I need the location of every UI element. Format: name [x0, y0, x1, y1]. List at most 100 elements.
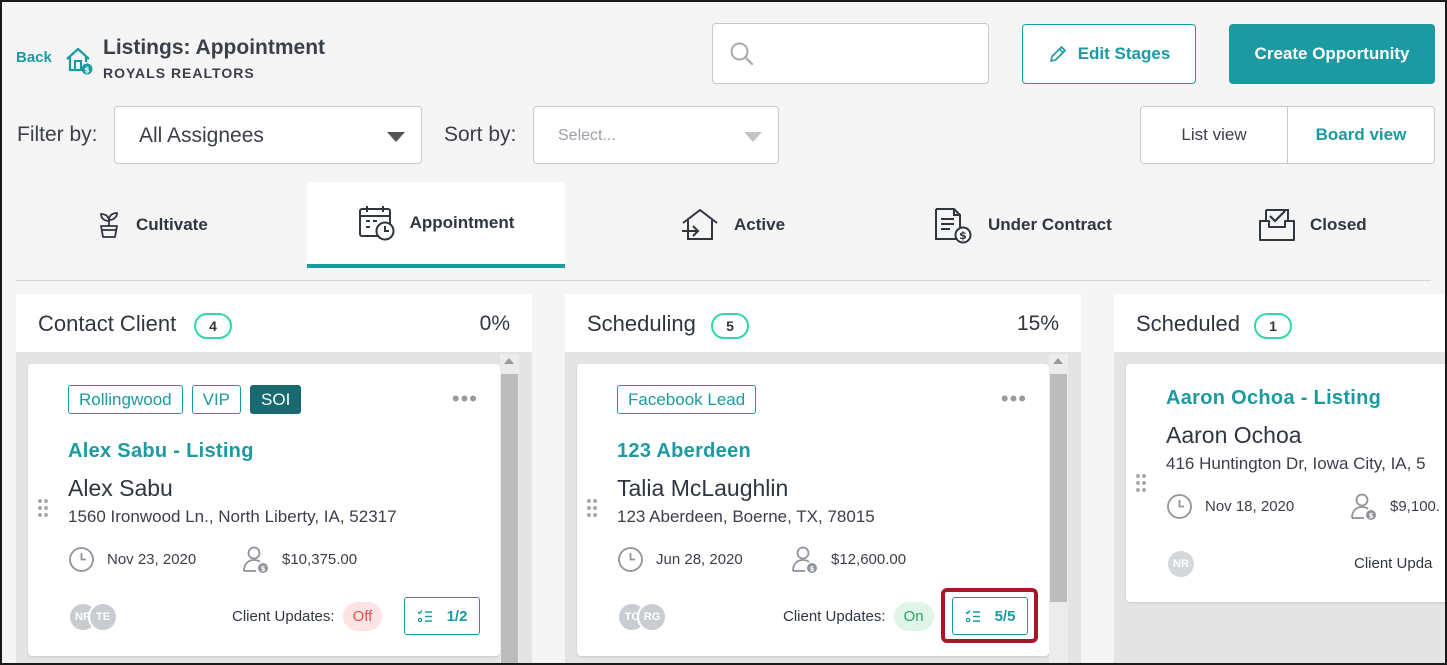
tab-closed-label: Closed — [1310, 215, 1367, 234]
client-updates: Client Updates: Off — [232, 602, 383, 631]
tag: Facebook Lead — [617, 385, 757, 414]
scroll-up-icon[interactable] — [1053, 358, 1063, 364]
task-progress-button[interactable]: 1/2 — [404, 597, 480, 635]
tag: Rollingwood — [68, 385, 183, 414]
tab-appointment[interactable]: Appointment — [307, 182, 565, 268]
edit-stages-button[interactable]: Edit Stages — [1022, 24, 1196, 84]
home-dollar-icon: $ — [66, 47, 93, 75]
scrollbar-thumb[interactable] — [1050, 374, 1067, 602]
contact-address: 1560 Ironwood Ln., North Liberty, IA, 52… — [68, 507, 397, 526]
client-updates-label: Client Upda — [1354, 555, 1433, 572]
column-percent: 15% — [1016, 312, 1059, 335]
count-badge: 1 — [1254, 313, 1292, 339]
page-subtitle: ROYALS REALTORS — [103, 65, 255, 81]
card-date: Nov 23, 2020 — [107, 551, 197, 568]
list-view-button[interactable]: List view — [1141, 107, 1288, 163]
tab-under-contract-label: Under Contract — [988, 215, 1112, 234]
card-date: Nov 18, 2020 — [1205, 498, 1295, 515]
svg-text:$: $ — [84, 66, 90, 75]
contact-address: 416 Huntington Dr, Iowa City, IA, 5 — [1166, 454, 1426, 473]
column-header: Scheduled 1 — [1114, 294, 1445, 352]
amount-meta: $ $12,600.00 — [791, 545, 906, 574]
page-title: Listings: Appointment — [103, 36, 326, 59]
contact-name: Alex Sabu — [68, 475, 173, 501]
avatar: NR — [1166, 549, 1196, 579]
clock-icon — [1167, 494, 1192, 519]
avatar: TE — [88, 602, 118, 632]
column-scrollbar[interactable] — [500, 354, 519, 663]
person-dollar-icon: $ — [792, 546, 817, 573]
stage-column: Scheduling 5 15% Facebook Lead ••• 123 A… — [565, 294, 1081, 663]
client-updates-toggle[interactable]: On — [893, 602, 934, 631]
create-opportunity-button[interactable]: Create Opportunity — [1229, 24, 1435, 84]
tab-closed[interactable]: Closed — [1258, 182, 1378, 268]
sort-select[interactable]: Select... — [533, 106, 779, 164]
stage-column: Scheduled 1 Aaron Ochoa - Listing Aaron … — [1114, 294, 1445, 663]
client-updates-toggle[interactable]: Off — [342, 602, 383, 631]
svg-text:$: $ — [810, 565, 815, 573]
date-meta: Nov 18, 2020 — [1166, 493, 1294, 520]
count-badge: 5 — [711, 313, 749, 339]
board-view-button[interactable]: Board view — [1288, 107, 1434, 163]
clock-icon — [69, 547, 94, 572]
tab-active[interactable]: Active — [680, 182, 830, 268]
tag-list: Facebook Lead — [617, 385, 757, 414]
view-toggle: List view Board view — [1140, 106, 1435, 164]
search-icon — [730, 42, 754, 66]
task-count: 1/2 — [446, 607, 468, 625]
more-options-icon[interactable]: ••• — [452, 386, 478, 412]
opportunity-card[interactable]: Aaron Ochoa - Listing Aaron Ochoa 416 Hu… — [1126, 364, 1445, 602]
contact-name: Aaron Ochoa — [1166, 422, 1302, 448]
sprout-icon — [100, 212, 118, 238]
chevron-down-icon — [744, 132, 762, 142]
tab-appointment-label: Appointment — [409, 213, 515, 232]
avatar: RG — [637, 602, 667, 632]
client-updates-label: Client Updates: — [783, 608, 886, 625]
person-dollar-icon: $ — [243, 546, 268, 573]
search-input[interactable] — [712, 23, 989, 84]
card-title-link[interactable]: 123 Aberdeen — [617, 440, 751, 463]
client-updates: Client Updates: On — [783, 602, 934, 631]
tag: VIP — [191, 385, 242, 414]
stage-column: Contact Client 4 0% Rollingwood VIP SOI … — [16, 294, 532, 663]
card-amount: $9,100. — [1390, 498, 1441, 515]
scroll-up-icon[interactable] — [504, 358, 514, 364]
card-amount: $10,375.00 — [282, 551, 358, 568]
count-badge: 4 — [194, 313, 232, 339]
tabs-divider — [16, 280, 1431, 281]
tab-under-contract[interactable]: $ Under Contract — [932, 182, 1132, 268]
checklist-icon — [417, 610, 432, 623]
assignee-avatars: TC RG — [617, 602, 667, 632]
card-title-link[interactable]: Alex Sabu - Listing — [68, 440, 254, 463]
drag-handle-icon[interactable] — [38, 499, 48, 519]
amount-meta: $ $10,375.00 — [242, 545, 357, 574]
chevron-down-icon — [387, 132, 405, 142]
column-scrollbar[interactable] — [1049, 354, 1068, 663]
opportunity-card[interactable]: Rollingwood VIP SOI ••• Alex Sabu - List… — [28, 364, 500, 656]
tab-active-label: Active — [734, 215, 786, 234]
column-header: Scheduling 5 15% — [565, 294, 1081, 352]
drag-handle-icon[interactable] — [587, 499, 597, 519]
assignee-avatars: NR TE — [68, 602, 118, 632]
app-frame: Back $ Listings: Appointment ROYALS REAL… — [0, 0, 1447, 665]
svg-text:$: $ — [1369, 512, 1374, 520]
card-title-link[interactable]: Aaron Ochoa - Listing — [1166, 387, 1381, 410]
column-title: Scheduled — [1136, 311, 1240, 336]
tab-cultivate[interactable]: Cultivate — [96, 182, 276, 268]
opportunity-card[interactable]: Facebook Lead ••• 123 Aberdeen Talia McL… — [577, 364, 1049, 656]
column-title: Scheduling — [587, 311, 696, 336]
client-updates-label: Client Updates: — [232, 608, 335, 625]
tag: SOI — [250, 385, 302, 414]
more-options-icon[interactable]: ••• — [1001, 386, 1027, 412]
assignee-filter-select[interactable]: All Assignees — [114, 106, 422, 164]
scrollbar-thumb[interactable] — [501, 374, 518, 663]
contact-address: 123 Aberdeen, Boerne, TX, 78015 — [617, 507, 875, 526]
assignee-avatars: NR — [1166, 549, 1196, 579]
drag-handle-icon[interactable] — [1136, 474, 1146, 494]
back-link[interactable]: Back — [16, 49, 52, 66]
highlight-box — [941, 588, 1038, 643]
contact-name: Talia McLaughlin — [617, 475, 789, 501]
pencil-icon — [1049, 46, 1066, 62]
sort-label: Sort by: — [444, 123, 517, 146]
column-title: Contact Client — [38, 311, 177, 336]
